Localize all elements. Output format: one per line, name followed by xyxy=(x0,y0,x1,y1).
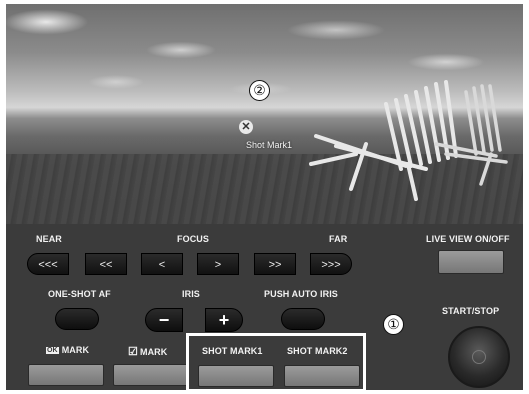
start-stop-button[interactable] xyxy=(448,326,510,388)
one-shot-af-label: ONE-SHOT AF xyxy=(48,289,111,299)
ok-mark-label: OK MARK xyxy=(46,345,89,355)
start-stop-label: START/STOP xyxy=(442,306,500,316)
check-mark-text: MARK xyxy=(139,347,168,357)
far-label: FAR xyxy=(329,234,348,244)
shot-mark-overlay-label: Shot Mark1 xyxy=(246,140,293,150)
shot-mark-highlight-frame xyxy=(186,333,366,392)
callout-2: ② xyxy=(249,80,270,101)
iris-plus-button[interactable]: + xyxy=(205,308,243,332)
iris-minus-button[interactable]: − xyxy=(145,308,183,332)
live-view-image: ✕ Shot Mark1 xyxy=(6,4,523,224)
live-view-label: LIVE VIEW ON/OFF xyxy=(426,234,510,244)
focus-far-medium-button[interactable]: >> xyxy=(254,253,296,275)
ok-mark-text: MARK xyxy=(61,345,90,355)
check-mark-icon: ☑ xyxy=(128,346,138,358)
push-auto-iris-button[interactable] xyxy=(281,308,325,330)
near-label: NEAR xyxy=(36,234,62,244)
start-stop-center-icon xyxy=(472,350,486,364)
focus-near-fast-button[interactable]: <<< xyxy=(27,253,69,275)
one-shot-af-button[interactable] xyxy=(55,308,99,330)
focus-near-medium-button[interactable]: << xyxy=(85,253,127,275)
shot-mark-marker-icon: ✕ xyxy=(239,120,253,134)
focus-far-slow-button[interactable]: > xyxy=(197,253,239,275)
check-mark-label: ☑ MARK xyxy=(128,345,167,358)
push-auto-iris-label: PUSH AUTO IRIS xyxy=(264,289,338,299)
ok-mark-button[interactable] xyxy=(28,364,104,386)
iris-label: IRIS xyxy=(182,289,200,299)
ok-mark-icon: OK xyxy=(46,347,59,354)
live-view-toggle-button[interactable] xyxy=(438,250,504,274)
check-mark-button[interactable] xyxy=(113,364,189,386)
beach-chairs-image xyxy=(309,80,508,201)
focus-far-fast-button[interactable]: >>> xyxy=(310,253,352,275)
focus-label: FOCUS xyxy=(177,234,209,244)
focus-near-slow-button[interactable]: < xyxy=(141,253,183,275)
callout-1: ① xyxy=(383,314,404,335)
